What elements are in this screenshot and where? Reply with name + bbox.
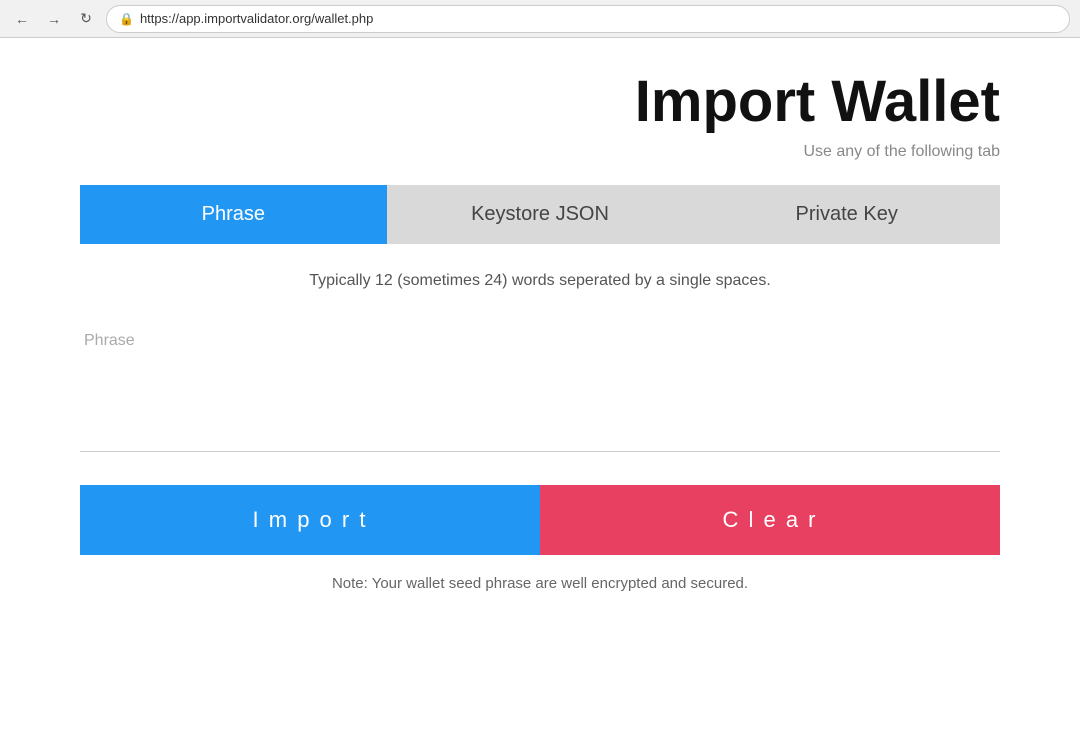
reload-button[interactable]: ↻ [74, 7, 98, 31]
action-buttons: I m p o r t C l e a r [80, 485, 1000, 555]
phrase-area: Phrase [80, 322, 1000, 457]
page-content: Import Wallet Use any of the following t… [0, 38, 1080, 592]
page-subtitle: Use any of the following tab [80, 143, 1000, 161]
tab-keystore-json[interactable]: Keystore JSON [387, 185, 694, 244]
browser-chrome: ← → ↻ 🔒 https://app.importvalidator.org/… [0, 0, 1080, 38]
phrase-input[interactable] [80, 322, 1000, 452]
forward-button[interactable]: → [42, 7, 66, 31]
import-button[interactable]: I m p o r t [80, 485, 540, 555]
clear-button[interactable]: C l e a r [540, 485, 1000, 555]
back-button[interactable]: ← [10, 7, 34, 31]
address-bar[interactable]: 🔒 https://app.importvalidator.org/wallet… [106, 5, 1070, 33]
tab-private-key[interactable]: Private Key [693, 185, 1000, 244]
page-title: Import Wallet [80, 68, 1000, 135]
phrase-description: Typically 12 (sometimes 24) words sepera… [80, 272, 1000, 290]
tab-phrase[interactable]: Phrase [80, 185, 387, 244]
tab-bar: Phrase Keystore JSON Private Key [80, 185, 1000, 244]
url-text: https://app.importvalidator.org/wallet.p… [140, 11, 373, 26]
phrase-label: Phrase [84, 332, 135, 350]
footer-note: Note: Your wallet seed phrase are well e… [80, 575, 1000, 592]
lock-icon: 🔒 [119, 12, 134, 26]
